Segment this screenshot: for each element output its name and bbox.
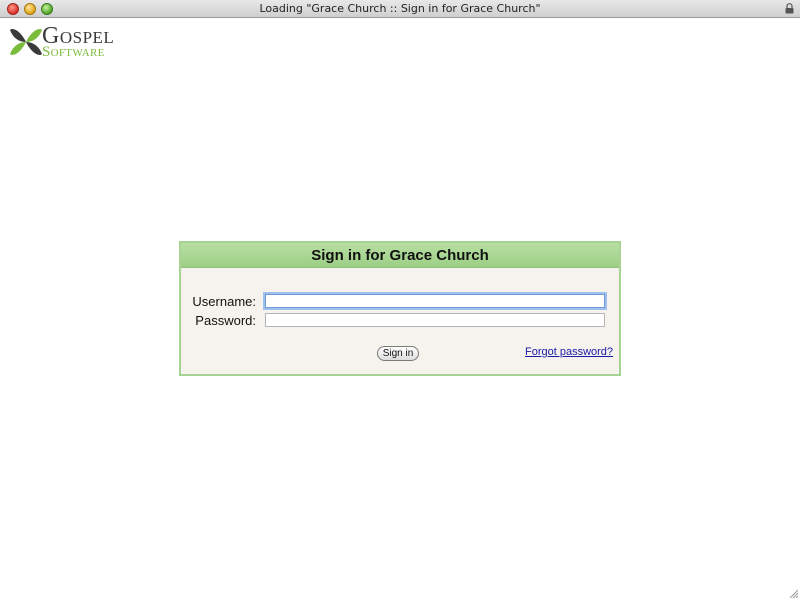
logo-line-software: Software (42, 44, 105, 60)
username-input[interactable] (265, 294, 605, 308)
username-row: Username: (181, 294, 619, 310)
gospel-software-logo[interactable]: Gospel Software (9, 24, 134, 62)
signin-heading: Sign in for Grace Church (181, 243, 619, 268)
sign-in-button[interactable]: Sign in (377, 346, 419, 361)
password-input[interactable] (265, 313, 605, 327)
username-label: Username: (192, 294, 256, 309)
signin-panel: Sign in for Grace Church Username: Passw… (179, 241, 621, 376)
lock-icon (785, 3, 794, 14)
window-title: Loading "Grace Church :: Sign in for Gra… (259, 2, 541, 15)
window-titlebar: Loading "Grace Church :: Sign in for Gra… (0, 0, 800, 18)
leaf-cross-icon (10, 29, 42, 55)
password-label: Password: (195, 313, 256, 328)
password-row: Password: (181, 313, 619, 329)
resize-grip-icon[interactable] (788, 588, 798, 598)
forgot-password-link[interactable]: Forgot password? (525, 346, 613, 358)
